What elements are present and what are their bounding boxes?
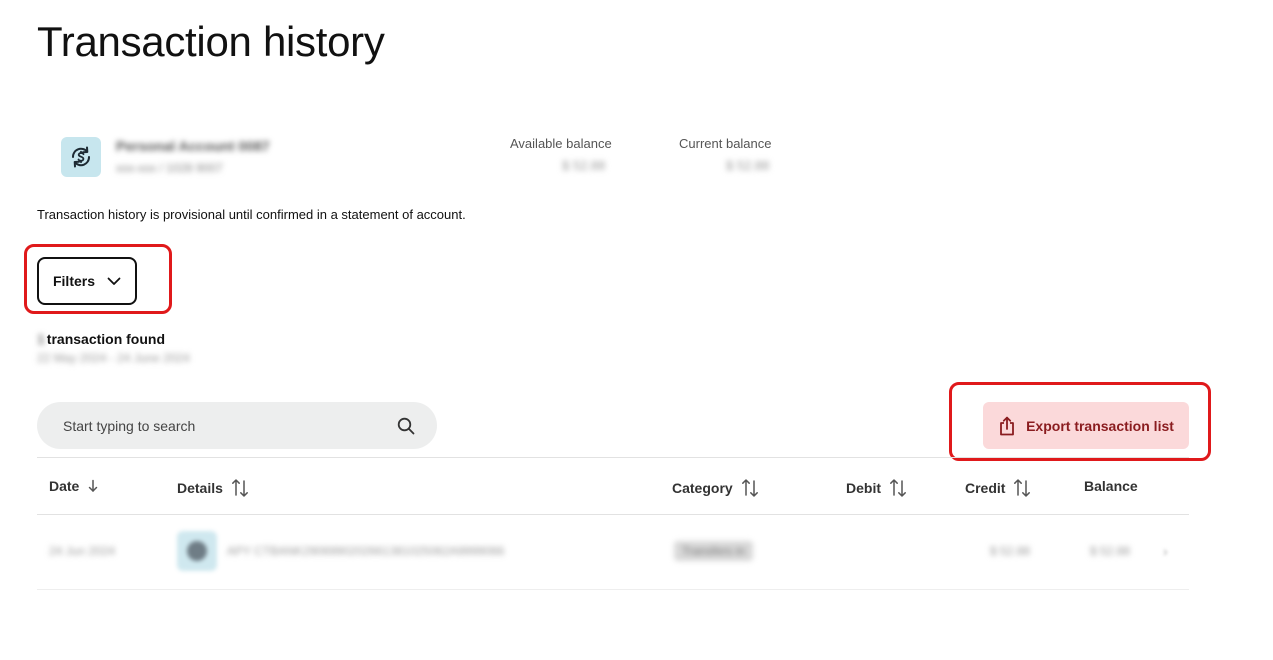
export-transaction-list-button[interactable]: Export transaction list — [983, 402, 1189, 449]
column-header-date[interactable]: Date — [49, 478, 99, 494]
available-balance-value: $ 52.88 — [562, 158, 606, 173]
dollar-refresh-icon — [71, 146, 91, 168]
sort-icon — [741, 479, 758, 497]
column-header-balance: Balance — [1084, 478, 1138, 494]
transaction-history-page: Transaction history Personal Account 008… — [0, 0, 1273, 660]
column-header-category[interactable]: Category — [672, 478, 759, 498]
column-header-debit[interactable]: Debit — [846, 478, 907, 498]
table-divider — [37, 457, 1189, 458]
filters-button[interactable]: Filters — [37, 257, 137, 305]
sort-descending-icon — [89, 479, 98, 492]
search-icon[interactable] — [397, 417, 415, 435]
account-icon — [61, 137, 101, 177]
results-date-range: 22 May 2024 - 24 June 2024 — [37, 351, 190, 365]
results-summary: 1 transaction found — [37, 331, 165, 347]
search-box[interactable] — [37, 402, 437, 449]
row-credit: $ 52.88 — [990, 544, 1031, 558]
column-header-credit[interactable]: Credit — [965, 478, 1031, 498]
search-input[interactable] — [61, 416, 397, 435]
provisional-notice: Transaction history is provisional until… — [37, 207, 466, 222]
account-number: xxx-xxx / 1028 9007 — [116, 161, 223, 175]
sort-icon — [890, 479, 906, 497]
available-balance-label: Available balance — [510, 136, 612, 151]
share-export-icon — [1000, 416, 1014, 435]
row-details: APY CTBANK2906990202661381025062A9999066 — [227, 544, 505, 558]
merchant-logo-icon — [177, 531, 217, 571]
results-count: 1 — [37, 331, 45, 347]
row-balance: $ 52.88 — [1090, 544, 1131, 558]
page-title: Transaction history — [37, 18, 385, 65]
export-button-label: Export transaction list — [1026, 417, 1174, 434]
chevron-down-icon — [107, 277, 121, 285]
results-found-label: transaction found — [46, 331, 166, 347]
sort-icon — [231, 479, 248, 497]
account-name: Personal Account 0087 — [116, 138, 270, 154]
column-header-details[interactable]: Details — [177, 478, 249, 498]
row-category-badge: Transfers in — [674, 541, 753, 561]
filters-button-label: Filters — [52, 273, 95, 289]
row-date: 24 Jun 2024 — [49, 544, 116, 558]
table-row-divider — [37, 589, 1189, 590]
sort-icon — [1014, 479, 1031, 497]
chevron-right-icon[interactable]: › — [1163, 543, 1168, 559]
current-balance-value: $ 52.88 — [726, 158, 770, 173]
current-balance-label: Current balance — [679, 136, 772, 151]
table-header-divider — [37, 514, 1189, 515]
